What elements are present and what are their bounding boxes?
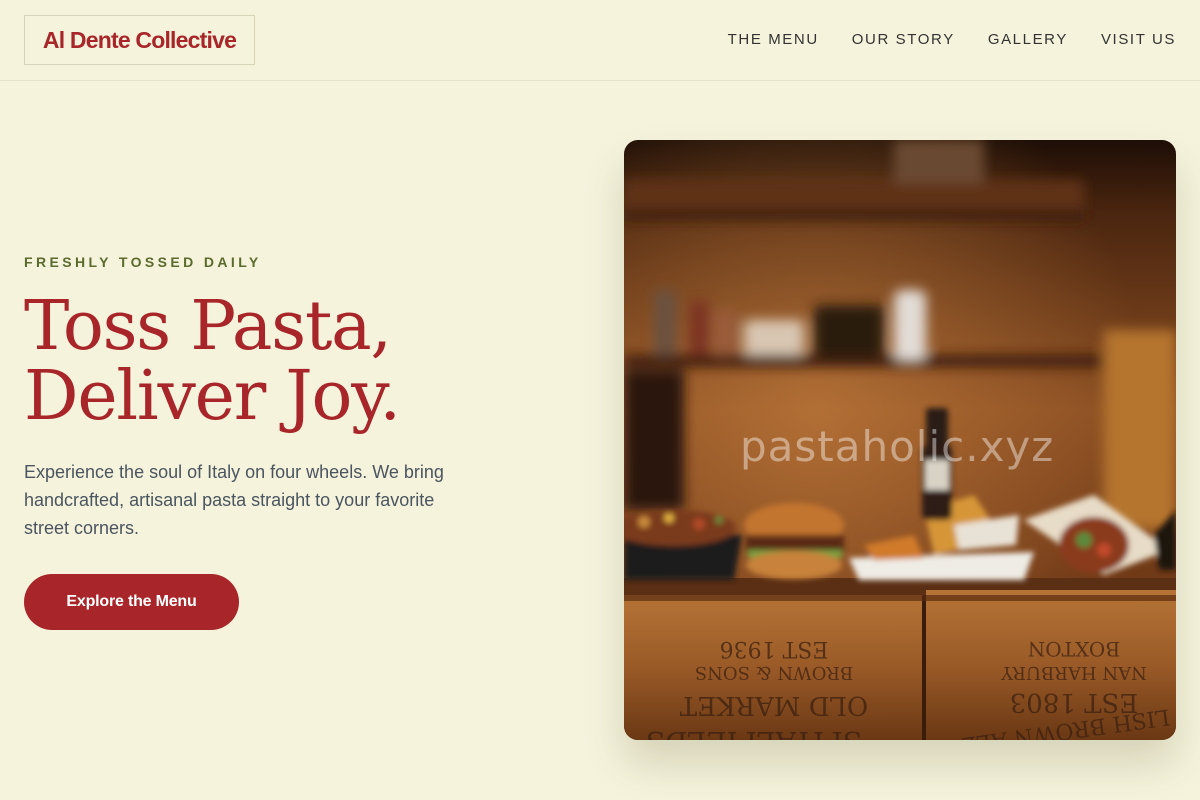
crate-right-line-2: NAN HARBURY [1000, 662, 1147, 683]
hero-eyebrow: FRESHLY TOSSED DAILY [24, 254, 262, 270]
crate-left-line-2: BROWN & SONS [695, 662, 853, 683]
hero-image: EST 1936 BROWN & SONS OLD MARKET SPITALF… [624, 140, 1176, 740]
crate-left-line-3: OLD MARKET [679, 690, 868, 720]
headline-line-2: Deliver Joy. [24, 357, 401, 436]
crate-left-line-4: SPITALFIELDS [646, 725, 862, 740]
nav-link-our-story[interactable]: OUR STORY [852, 31, 955, 48]
nav-link-gallery[interactable]: GALLERY [988, 31, 1068, 48]
main-nav: THE MENU OUR STORY GALLERY VISIT US [728, 28, 1176, 50]
crate-left-line-1: EST 1936 [720, 636, 829, 661]
explore-menu-button[interactable]: Explore the Menu [24, 574, 239, 630]
wooden-crates: EST 1936 BROWN & SONS OLD MARKET SPITALF… [624, 590, 1176, 740]
nav-link-visit-us[interactable]: VISIT US [1101, 31, 1176, 48]
hero-headline: Toss Pasta, Deliver Joy. [24, 292, 584, 432]
crate-right-line-1: BOXTON [1028, 637, 1121, 661]
headline-line-1: Toss Pasta, [24, 287, 392, 366]
site-header: Al Dente Collective THE MENU OUR STORY G… [0, 0, 1200, 81]
food-photo-illustration: EST 1936 BROWN & SONS OLD MARKET SPITALF… [624, 140, 1176, 740]
brand-logo[interactable]: Al Dente Collective [24, 15, 255, 65]
hero-lead: Experience the soul of Italy on four whe… [24, 462, 444, 538]
brand-name: Al Dente Collective [42, 26, 237, 53]
nav-link-menu[interactable]: THE MENU [728, 31, 819, 48]
